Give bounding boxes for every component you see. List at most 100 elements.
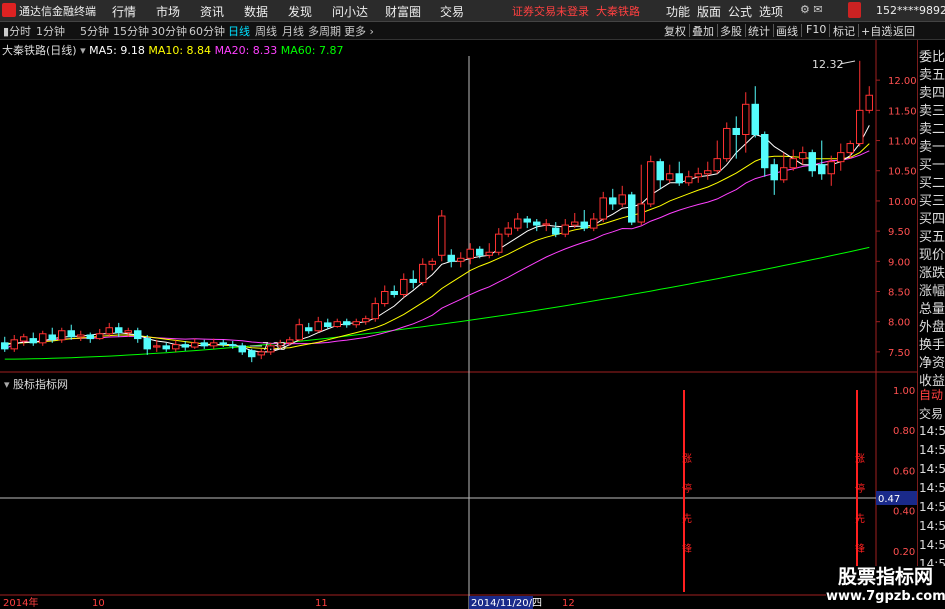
candle-body bbox=[770, 164, 778, 181]
menu-market[interactable]: 市场 bbox=[156, 3, 180, 20]
overlay-button[interactable]: 叠加 bbox=[692, 23, 714, 39]
f10-button[interactable]: F10 bbox=[806, 23, 826, 36]
candle-body bbox=[390, 291, 398, 296]
tab-period-15min[interactable]: 15分钟 bbox=[113, 23, 149, 39]
auto-trade-label[interactable]: 交易 bbox=[919, 405, 943, 422]
candle-body bbox=[561, 224, 569, 235]
candle-body bbox=[723, 127, 731, 160]
date-year-label: 2014年 bbox=[3, 596, 38, 609]
tab-period-daily[interactable]: 日线 bbox=[228, 23, 250, 39]
quote-field-label: 涨跌 bbox=[919, 266, 945, 281]
toolbar-divider bbox=[717, 24, 718, 37]
statistics-button[interactable]: 统计 bbox=[748, 23, 770, 39]
indicator-signals: 涨停先锋 涨停先锋 bbox=[682, 390, 865, 592]
toolbar-divider bbox=[829, 24, 830, 37]
menu-ask[interactable]: 问小达 bbox=[332, 3, 368, 20]
candle-body bbox=[713, 158, 721, 172]
signal-char: 锋 bbox=[855, 542, 865, 555]
adjust-button[interactable]: 复权 bbox=[664, 23, 686, 39]
period-toolbar: ▮分时 1分钟 5分钟 15分钟 30分钟 60分钟 日线 周线 月线 多周期 … bbox=[0, 22, 945, 40]
candle-body bbox=[438, 215, 446, 256]
indicator-tick-label: 0.60 bbox=[893, 466, 915, 477]
signal-char: 锋 bbox=[682, 542, 692, 555]
menu-market-quotes[interactable]: 行情 bbox=[112, 3, 136, 20]
candle-body bbox=[599, 197, 607, 220]
candle-body bbox=[789, 158, 797, 169]
toolbar-divider bbox=[801, 24, 802, 37]
date-month-11-label: 11 bbox=[315, 598, 328, 609]
candle-body bbox=[580, 221, 588, 229]
window-controls-icon[interactable]: ⚙ ✉ bbox=[800, 3, 823, 16]
candle-body bbox=[67, 330, 75, 338]
collapse-icon[interactable]: ▾ bbox=[80, 44, 86, 57]
account-icon[interactable] bbox=[848, 2, 861, 18]
menu-discover[interactable]: 发现 bbox=[288, 3, 312, 20]
tab-period-30min[interactable]: 30分钟 bbox=[151, 23, 187, 39]
candle-body bbox=[533, 221, 541, 226]
multi-stock-button[interactable]: 多股 bbox=[720, 23, 742, 39]
candle-body bbox=[675, 173, 683, 184]
date-month-12-label: 12 bbox=[562, 598, 575, 609]
ma60-line bbox=[4, 246, 870, 360]
ma20-line bbox=[4, 150, 870, 350]
user-id[interactable]: 152****9892 bbox=[876, 4, 945, 17]
login-status[interactable]: 证券交易未登录 大秦铁路 bbox=[512, 3, 640, 19]
menu-news[interactable]: 资讯 bbox=[200, 3, 224, 20]
quote-field-label: 外盘 bbox=[919, 320, 945, 335]
tick-time-label: 14:56 bbox=[919, 424, 945, 438]
candle-body bbox=[666, 173, 674, 181]
menu-function[interactable]: 功能 bbox=[666, 3, 690, 20]
price-tick-label: 9.50 bbox=[888, 227, 910, 238]
signal-char: 停 bbox=[682, 482, 692, 495]
candle-body bbox=[362, 318, 370, 323]
date-month-10-label: 10 bbox=[92, 598, 105, 609]
candle-body bbox=[286, 339, 294, 344]
collapse-icon[interactable]: ▾ bbox=[4, 378, 10, 391]
signal-char: 停 bbox=[855, 482, 865, 495]
indicator-tick-label: 0.20 bbox=[893, 547, 915, 558]
menu-options[interactable]: 选项 bbox=[759, 3, 783, 20]
ma5-line bbox=[4, 125, 870, 353]
quote-field-label: 买四 bbox=[919, 212, 945, 227]
toolbar-divider bbox=[689, 24, 690, 37]
mark-button[interactable]: 标记 bbox=[833, 23, 855, 39]
back-button[interactable]: 返回 bbox=[893, 23, 915, 39]
candle-body bbox=[609, 197, 617, 205]
tab-period-5min[interactable]: 5分钟 bbox=[80, 23, 109, 39]
tab-period-monthly[interactable]: 月线 bbox=[282, 23, 304, 39]
quote-field-label: 现价 bbox=[919, 248, 945, 263]
tab-period-1min[interactable]: 1分钟 bbox=[36, 23, 65, 39]
add-watchlist-button[interactable]: +自选 bbox=[861, 23, 892, 39]
menu-formula[interactable]: 公式 bbox=[728, 3, 752, 20]
candle-body bbox=[29, 338, 37, 344]
tab-period-60min[interactable]: 60分钟 bbox=[189, 23, 225, 39]
tab-period-more[interactable]: 更多 › bbox=[344, 23, 374, 39]
candle-body bbox=[324, 322, 332, 328]
tab-period-weekly[interactable]: 周线 bbox=[255, 23, 277, 39]
tick-time-label: 14:56 bbox=[919, 500, 945, 514]
ma10-line bbox=[4, 143, 870, 350]
candle-body bbox=[162, 345, 170, 350]
candle-body bbox=[77, 334, 85, 338]
candle-body bbox=[542, 223, 550, 226]
tab-period-timeshare[interactable]: ▮分时 bbox=[3, 23, 31, 39]
indicator-tick-label: 0.80 bbox=[893, 426, 915, 437]
quote-field-label: 卖三 bbox=[919, 104, 945, 119]
tab-period-multi[interactable]: 多周期 bbox=[308, 23, 341, 39]
menu-data[interactable]: 数据 bbox=[244, 3, 268, 20]
menu-layout[interactable]: 版面 bbox=[697, 3, 721, 20]
ma-info-line: 大秦铁路(日线) ▾ MA5: 9.18 MA10: 8.84 MA20: 8.… bbox=[2, 42, 344, 58]
candle-body bbox=[694, 173, 702, 178]
candle-body bbox=[219, 342, 227, 346]
candle-body bbox=[837, 152, 845, 163]
draw-line-button[interactable]: 画线 bbox=[776, 23, 798, 39]
auto-trade-label[interactable]: 自动 bbox=[919, 386, 943, 403]
menu-trade[interactable]: 交易 bbox=[440, 3, 464, 20]
menu-wealth-circle[interactable]: 财富圈 bbox=[385, 3, 421, 20]
indicator-panel-label[interactable]: ▾ 股标指标网 bbox=[4, 376, 68, 392]
quote-field-label: 委比 bbox=[919, 50, 945, 65]
kline-chart[interactable]: 12.00 11.50 11.00 10.50 10.00 9.50 9.00 8.50 8.0… bbox=[0, 40, 917, 609]
candle-body bbox=[343, 321, 351, 326]
price-tick-label: 11.00 bbox=[888, 137, 917, 148]
candle-body bbox=[704, 170, 712, 175]
